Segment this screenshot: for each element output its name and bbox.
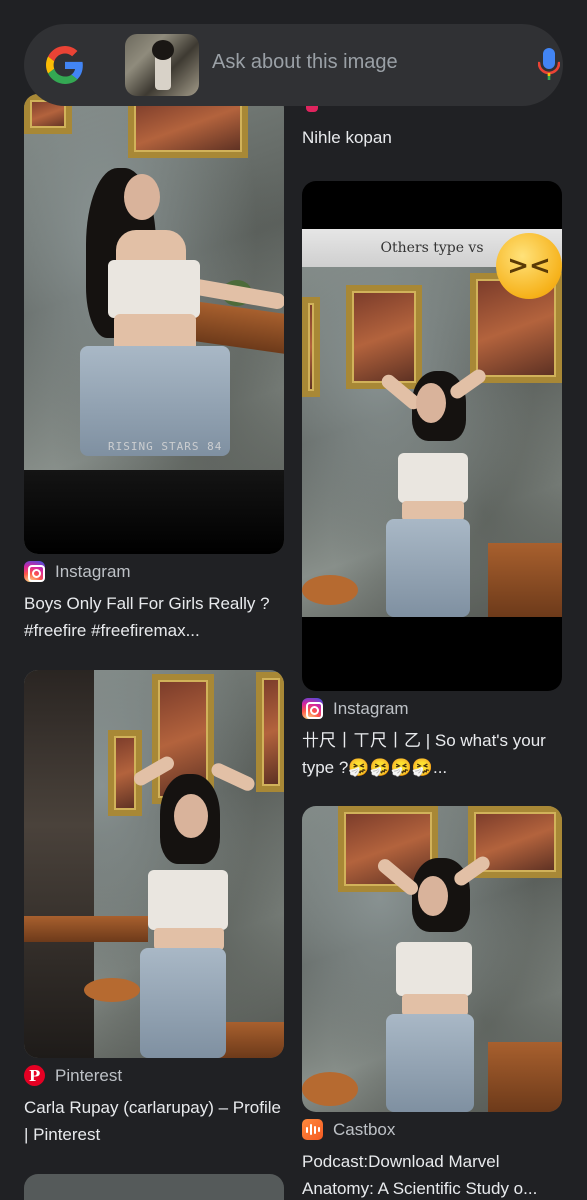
- instagram-icon: [302, 698, 323, 719]
- result-image[interactable]: [24, 1174, 284, 1200]
- google-g-logo: [46, 46, 83, 84]
- castbox-icon: [302, 1119, 323, 1140]
- search-bar[interactable]: Ask about this image: [24, 24, 563, 106]
- result-image[interactable]: Others type vs ><: [302, 181, 562, 691]
- pinterest-icon: P: [24, 1065, 45, 1086]
- source-name: Instagram: [55, 561, 131, 581]
- result-title[interactable]: Carla Rupay (carlarupay) – Profile | Pin…: [24, 1094, 286, 1148]
- result-title[interactable]: Nihle kopan: [302, 124, 564, 152]
- confounded-emoji-icon: ><: [496, 233, 562, 299]
- result-source[interactable]: Castbox: [302, 1119, 395, 1140]
- source-name: Castbox: [333, 1119, 396, 1139]
- result-source[interactable]: Instagram: [24, 561, 131, 582]
- partial-source-icon: [306, 106, 318, 112]
- image-watermark: RISING STARS 84: [108, 440, 223, 453]
- result-image[interactable]: [302, 806, 562, 1112]
- result-title[interactable]: Boys Only Fall For Girls Really ? #freef…: [24, 590, 286, 644]
- instagram-icon: [24, 561, 45, 582]
- result-title[interactable]: 卄尺丨ㄒ尺丨乙 | So what's your type ?🤧🤧🤧🤧...: [302, 727, 564, 781]
- result-image[interactable]: [24, 670, 284, 1058]
- query-image-thumbnail[interactable]: [125, 34, 199, 96]
- search-input[interactable]: Ask about this image: [212, 51, 398, 74]
- result-image[interactable]: RISING STARS 84: [24, 94, 284, 554]
- source-name: Instagram: [333, 698, 409, 718]
- result-title[interactable]: Podcast:Download Marvel Anatomy: A Scien…: [302, 1148, 564, 1200]
- result-source[interactable]: Instagram: [302, 698, 409, 719]
- source-name: Pinterest: [55, 1065, 123, 1085]
- result-source[interactable]: P Pinterest: [24, 1065, 122, 1086]
- mic-icon[interactable]: [538, 48, 560, 82]
